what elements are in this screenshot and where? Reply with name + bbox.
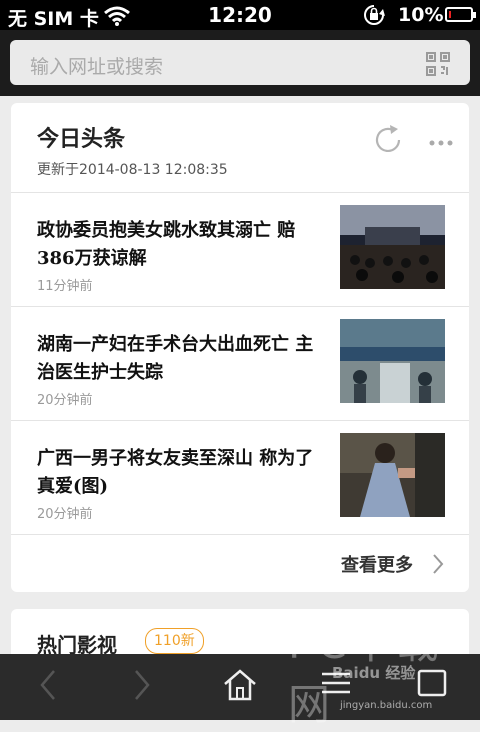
news-item[interactable]: 湖南一产妇在手术台大出血死亡 主治医生护士失踪 20分钟前	[11, 307, 469, 420]
news-time: 11分钟前	[37, 279, 93, 294]
news-time: 20分钟前	[37, 393, 93, 408]
battery-percent: 10%	[398, 4, 444, 26]
see-more-link[interactable]: 查看更多	[341, 551, 413, 577]
home-icon[interactable]	[222, 668, 258, 706]
url-placeholder: 输入网址或搜索	[30, 56, 164, 78]
status-bar: 无 SIM 卡 12:20 10%	[0, 0, 480, 30]
battery-level	[449, 11, 451, 18]
chevron-right-icon[interactable]	[431, 553, 445, 579]
watermark-url: jingyan.baidu.com	[340, 700, 433, 711]
news-item[interactable]: 政协委员抱美女跳水致其溺亡 赔386万获谅解 11分钟前	[11, 193, 469, 306]
divider	[11, 534, 469, 535]
news-title: 政协委员抱美女跳水致其溺亡 赔386万获谅解	[37, 220, 296, 269]
back-icon[interactable]	[38, 668, 58, 706]
new-count-badge: 110新	[145, 628, 204, 654]
news-title: 广西一男子将女友卖至深山 称为了真爱(图)	[37, 448, 314, 497]
news-thumbnail	[340, 433, 445, 517]
more-dots-icon[interactable]	[429, 131, 453, 150]
news-time: 20分钟前	[37, 507, 93, 522]
headlines-card: 今日头条 更新于2014-08-13 12:08:35 政协委员抱美女跳水致其溺…	[11, 103, 469, 592]
news-thumbnail	[340, 205, 445, 289]
qr-code-icon[interactable]	[426, 52, 450, 80]
news-title: 湖南一产妇在手术台大出血死亡 主治医生护士失踪	[37, 334, 314, 383]
news-thumbnail	[340, 319, 445, 403]
url-bar-container: 输入网址或搜索	[0, 30, 480, 96]
headlines-updated: 更新于2014-08-13 12:08:35	[37, 162, 228, 178]
refresh-icon[interactable]	[371, 123, 405, 161]
headlines-title: 今日头条	[37, 126, 126, 152]
news-item[interactable]: 广西一男子将女友卖至深山 称为了真爱(图) 20分钟前	[11, 421, 469, 534]
url-search-input[interactable]: 输入网址或搜索	[10, 40, 470, 85]
battery-icon	[445, 7, 476, 22]
baidu-jingyan-logo: Baidu 经验	[332, 664, 416, 682]
lock-rotation-icon	[362, 4, 386, 30]
tabs-icon[interactable]	[416, 668, 448, 702]
forward-icon[interactable]	[132, 668, 152, 706]
